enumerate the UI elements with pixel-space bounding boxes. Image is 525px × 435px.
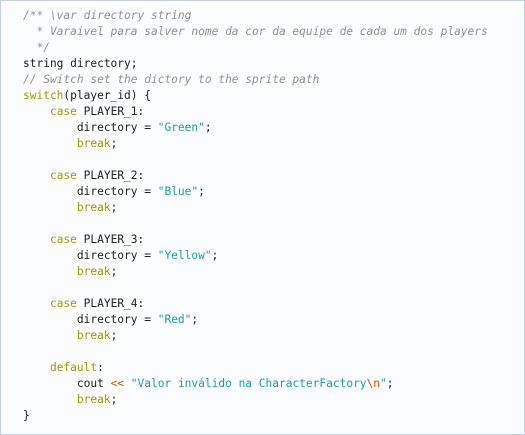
code-token-plain: ; (110, 329, 118, 342)
code-line: directory = "Red"; (23, 312, 488, 328)
code-token-keyword: break (76, 329, 111, 342)
code-token-keyword: case (49, 169, 77, 182)
code-token-comment: * Varaivel para salver nome da cor da eq… (23, 25, 488, 38)
code-token-comment: /** \var directory string (23, 9, 192, 22)
code-token-plain: directory = (23, 313, 158, 326)
code-line: } (23, 408, 488, 424)
code-line: /** \var directory string (23, 8, 488, 24)
code-line: case PLAYER_3: (23, 232, 488, 248)
code-token-string: " (380, 377, 387, 390)
code-line: directory = "Yellow"; (23, 248, 488, 264)
code-line: default: (23, 360, 488, 376)
code-token-keyword: default (49, 361, 98, 374)
code-token-plain: cout (23, 377, 111, 390)
code-line: */ (23, 40, 488, 56)
code-token-keyword: case (49, 297, 77, 310)
code-token-keyword: break (76, 265, 111, 278)
code-token-plain: string directory; (23, 57, 138, 70)
code-token-keyword: break (76, 137, 111, 150)
code-line: // Switch set the dictory to the sprite … (23, 72, 488, 88)
code-line: break; (23, 200, 488, 216)
code-line: break; (23, 264, 488, 280)
code-line: string directory; (23, 56, 488, 72)
code-token-keyword: case (49, 233, 77, 246)
code-line: case PLAYER_2: (23, 168, 488, 184)
code-token-string: "Blue" (157, 185, 199, 198)
code-token-operator: << (110, 377, 125, 390)
code-token-plain: ; (211, 249, 219, 262)
code-text: /** \var directory string * Varaivel par… (23, 8, 488, 424)
code-token-comment: // Switch set the dictory to the sprite … (23, 73, 320, 86)
code-token-plain: : (97, 361, 104, 374)
code-token-plain: ; (110, 393, 118, 406)
code-token-string: "Valor inválido na CharacterFactory (130, 377, 367, 390)
code-token-plain: ; (110, 137, 118, 150)
code-line: directory = "Blue"; (23, 184, 488, 200)
code-line: break; (23, 328, 488, 344)
code-token-plain: ; (198, 185, 205, 198)
code-token-plain: directory = (23, 249, 158, 262)
code-token-escape: \n (366, 377, 381, 390)
code-token-string: "Green" (157, 121, 205, 134)
code-token-keyword: case (49, 105, 77, 118)
code-token-plain: } (23, 409, 30, 422)
code-line: directory = "Green"; (23, 120, 488, 136)
code-token-plain: ; (386, 377, 394, 390)
code-token-comment: */ (23, 41, 50, 54)
code-line: * Varaivel para salver nome da cor da eq… (23, 24, 488, 40)
code-token-string: "Yellow" (157, 249, 212, 262)
code-token-keyword: switch (23, 89, 64, 102)
code-line: break; (23, 392, 488, 408)
code-line: case PLAYER_4: (23, 296, 488, 312)
code-token-plain: PLAYER_4: (76, 297, 145, 310)
code-token-plain: ; (204, 121, 212, 134)
code-token-plain: PLAYER_1: (76, 105, 145, 118)
code-line: switch(player_id) { (23, 88, 488, 104)
code-token-keyword: break (76, 393, 111, 406)
code-token-plain: ; (110, 265, 118, 278)
code-token-plain: (player_id) { (63, 89, 151, 102)
code-token-plain: ; (191, 313, 199, 326)
code-block: /** \var directory string * Varaivel par… (0, 0, 525, 435)
code-token-plain: directory = (23, 121, 158, 134)
code-line: break; (23, 136, 488, 152)
code-token-plain: PLAYER_2: (76, 169, 145, 182)
code-line: cout << "Valor inválido na CharacterFact… (23, 376, 488, 392)
code-token-keyword: break (76, 201, 111, 214)
code-token-string: "Red" (157, 313, 192, 326)
code-line: case PLAYER_1: (23, 104, 488, 120)
code-token-plain: ; (110, 201, 118, 214)
code-token-plain: PLAYER_3: (76, 233, 145, 246)
code-token-plain: directory = (23, 185, 158, 198)
